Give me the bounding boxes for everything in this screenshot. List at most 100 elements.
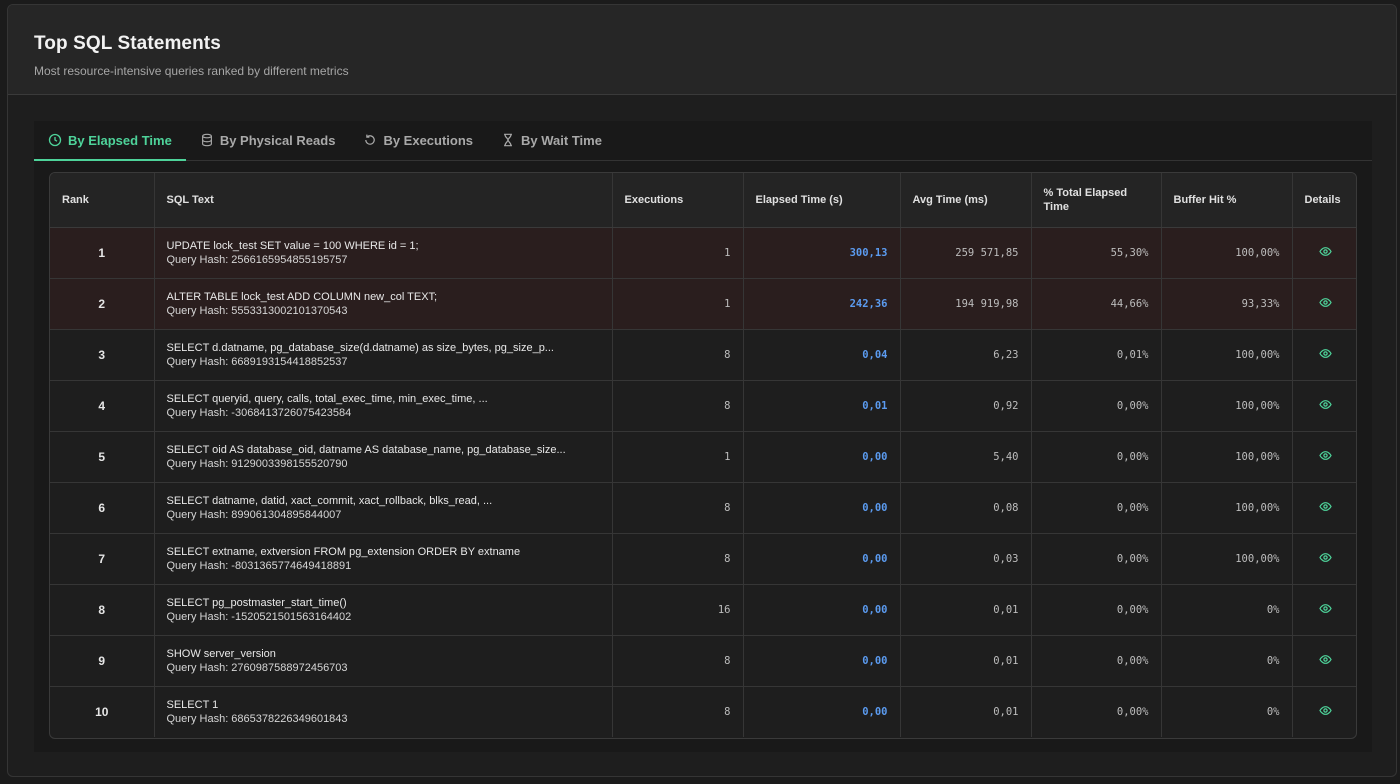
view-details-eye-icon[interactable] [1319, 653, 1332, 666]
table-body: 1 UPDATE lock_test SET value = 100 WHERE… [50, 227, 1356, 737]
query-hash: Query Hash: 899061304895844007 [166, 508, 342, 521]
view-details-eye-icon[interactable] [1319, 704, 1332, 717]
avg-time-cell: 0,03 [900, 533, 1032, 585]
avg-time-cell: 6,23 [900, 329, 1032, 381]
sql-text-cell: SELECT queryid, query, calls, total_exec… [154, 380, 613, 432]
pct-total-elapsed-cell: 0,00% [1031, 686, 1162, 737]
tab-by-executions[interactable]: By Executions [349, 121, 487, 161]
details-cell [1292, 482, 1356, 534]
tab-by-elapsed-time[interactable]: By Elapsed Time [34, 121, 186, 161]
buffer-hit-cell: 0% [1161, 584, 1293, 636]
rank-cell: 3 [50, 329, 155, 381]
details-cell [1292, 635, 1356, 687]
rank-cell: 7 [50, 533, 155, 585]
sql-text: UPDATE lock_test SET value = 100 WHERE i… [166, 239, 419, 252]
elapsed-time-cell: 0,00 [743, 482, 901, 534]
view-details-eye-icon[interactable] [1319, 602, 1332, 615]
buffer-hit-cell: 100,00% [1161, 227, 1293, 279]
column-header-buffer-hit[interactable]: Buffer Hit % [1161, 173, 1293, 228]
avg-time-cell: 0,01 [900, 686, 1032, 737]
query-hash: Query Hash: -3068413726075423584 [166, 406, 352, 419]
executions-cell: 1 [612, 227, 744, 279]
sql-text: SELECT 1 [166, 698, 219, 711]
sql-text-cell: SELECT datname, datid, xact_commit, xact… [154, 482, 613, 534]
table-row[interactable]: 1 UPDATE lock_test SET value = 100 WHERE… [50, 227, 1356, 279]
tab-label: By Executions [383, 132, 474, 148]
view-details-eye-icon[interactable] [1319, 245, 1332, 258]
details-cell [1292, 227, 1356, 279]
sql-text: SELECT d.datname, pg_database_size(d.dat… [166, 341, 554, 354]
column-header-executions[interactable]: Executions [612, 173, 744, 228]
view-details-eye-icon[interactable] [1319, 449, 1332, 462]
executions-cell: 8 [612, 686, 744, 737]
details-cell [1292, 686, 1356, 737]
executions-cell: 8 [612, 329, 744, 381]
avg-time-cell: 0,92 [900, 380, 1032, 432]
avg-time-cell: 0,01 [900, 584, 1032, 636]
view-details-eye-icon[interactable] [1319, 500, 1332, 513]
tab-panel: By Elapsed Time By Physical Reads By Exe… [34, 121, 1372, 752]
tab-by-physical-reads[interactable]: By Physical Reads [186, 121, 350, 161]
table-row[interactable]: 9 SHOW server_version Query Hash: 276098… [50, 635, 1356, 687]
view-details-eye-icon[interactable] [1319, 398, 1332, 411]
view-details-eye-icon[interactable] [1319, 296, 1332, 309]
column-header-sql-text[interactable]: SQL Text [154, 173, 613, 228]
table-row[interactable]: 10 SELECT 1 Query Hash: 6865378226349601… [50, 686, 1356, 737]
column-header-rank[interactable]: Rank [50, 173, 155, 228]
elapsed-time-cell: 0,00 [743, 635, 901, 687]
rank-cell: 4 [50, 380, 155, 432]
column-header-elapsed-time[interactable]: Elapsed Time (s) [743, 173, 901, 228]
query-hash: Query Hash: 2566165954855195757 [166, 253, 348, 266]
elapsed-time-cell: 0,04 [743, 329, 901, 381]
pct-total-elapsed-cell: 0,00% [1031, 584, 1162, 636]
sql-text: SELECT oid AS database_oid, datname AS d… [166, 443, 566, 456]
table-row[interactable]: 2 ALTER TABLE lock_test ADD COLUMN new_c… [50, 278, 1356, 330]
pct-total-elapsed-cell: 0,01% [1031, 329, 1162, 381]
executions-cell: 8 [612, 380, 744, 432]
elapsed-time-cell: 0,01 [743, 380, 901, 432]
rank-cell: 6 [50, 482, 155, 534]
tab-label: By Wait Time [521, 132, 602, 148]
details-cell [1292, 380, 1356, 432]
sql-text: SHOW server_version [166, 647, 276, 660]
page-title: Top SQL Statements [34, 33, 221, 54]
avg-time-cell: 0,08 [900, 482, 1032, 534]
details-cell [1292, 431, 1356, 483]
buffer-hit-cell: 100,00% [1161, 533, 1293, 585]
elapsed-time-cell: 242,36 [743, 278, 901, 330]
sql-text-cell: UPDATE lock_test SET value = 100 WHERE i… [154, 227, 613, 279]
database-icon [201, 133, 212, 147]
table-row[interactable]: 5 SELECT oid AS database_oid, datname AS… [50, 431, 1356, 483]
sql-text: SELECT pg_postmaster_start_time() [166, 596, 347, 609]
executions-cell: 8 [612, 635, 744, 687]
table-header-row: Rank SQL Text Executions Elapsed Time (s… [50, 173, 1356, 228]
table-row[interactable]: 4 SELECT queryid, query, calls, total_ex… [50, 380, 1356, 432]
sql-text-cell: SELECT extname, extversion FROM pg_exten… [154, 533, 613, 585]
pct-total-elapsed-cell: 0,00% [1031, 533, 1162, 585]
view-details-eye-icon[interactable] [1319, 551, 1332, 564]
query-hash: Query Hash: 2760987588972456703 [166, 661, 348, 674]
table-row[interactable]: 3 SELECT d.datname, pg_database_size(d.d… [50, 329, 1356, 381]
view-details-eye-icon[interactable] [1319, 347, 1332, 360]
avg-time-cell: 259 571,85 [900, 227, 1032, 279]
column-header-pct-total-elapsed[interactable]: % Total Elapsed Time [1031, 173, 1162, 228]
avg-time-cell: 5,40 [900, 431, 1032, 483]
table-row[interactable]: 6 SELECT datname, datid, xact_commit, xa… [50, 482, 1356, 534]
pct-total-elapsed-cell: 0,00% [1031, 482, 1162, 534]
sql-text-cell: SELECT pg_postmaster_start_time() Query … [154, 584, 613, 636]
pct-total-elapsed-cell: 55,30% [1031, 227, 1162, 279]
table-row[interactable]: 8 SELECT pg_postmaster_start_time() Quer… [50, 584, 1356, 636]
sql-text-cell: SELECT d.datname, pg_database_size(d.dat… [154, 329, 613, 381]
query-hash: Query Hash: 6689193154418852537 [166, 355, 348, 368]
sql-text-cell: ALTER TABLE lock_test ADD COLUMN new_col… [154, 278, 613, 330]
table-row[interactable]: 7 SELECT extname, extversion FROM pg_ext… [50, 533, 1356, 585]
tab-bar: By Elapsed Time By Physical Reads By Exe… [34, 121, 1372, 161]
elapsed-time-cell: 0,00 [743, 584, 901, 636]
avg-time-cell: 0,01 [900, 635, 1032, 687]
rank-cell: 9 [50, 635, 155, 687]
pct-total-elapsed-cell: 0,00% [1031, 431, 1162, 483]
tab-by-wait-time[interactable]: By Wait Time [487, 121, 616, 161]
buffer-hit-cell: 100,00% [1161, 431, 1293, 483]
sql-table: Rank SQL Text Executions Elapsed Time (s… [50, 173, 1356, 737]
column-header-avg-time[interactable]: Avg Time (ms) [900, 173, 1032, 228]
